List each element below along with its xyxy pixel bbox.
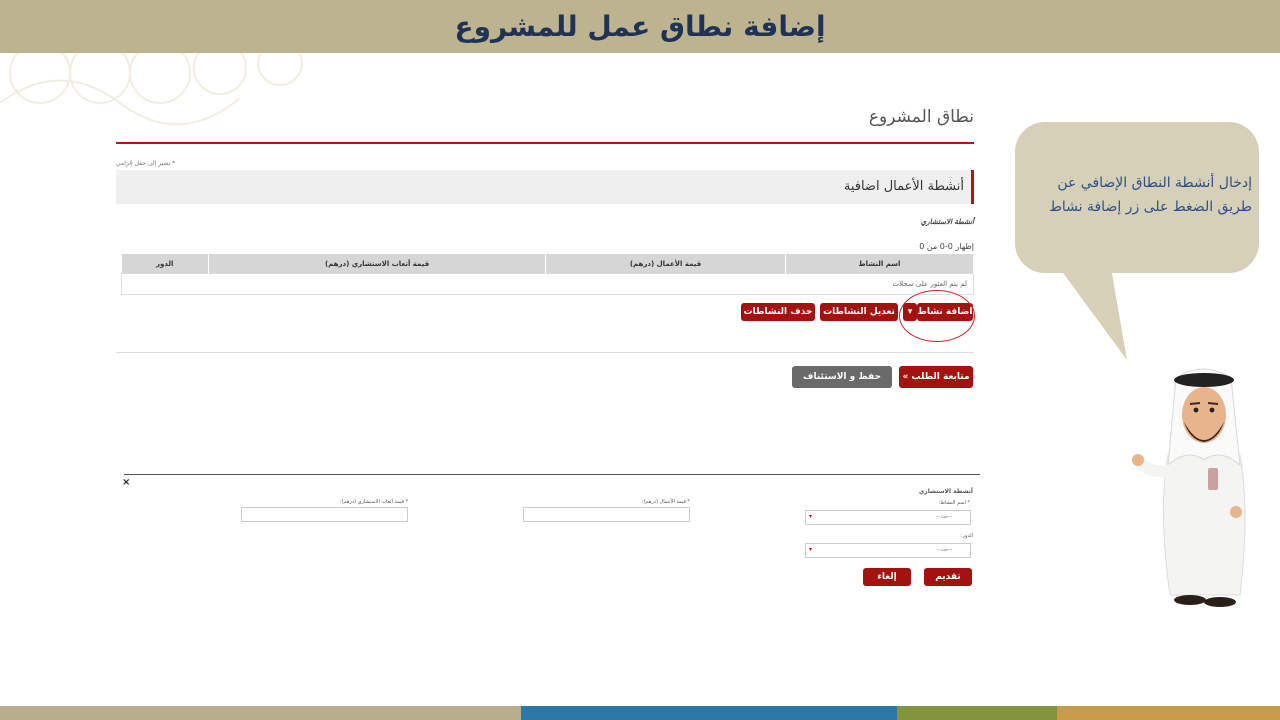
activity-name-label: * اسم النشاط: bbox=[938, 500, 970, 506]
column-fee-value[interactable]: قيمة أتعاب الاستشاري (درهم) bbox=[208, 254, 547, 274]
activities-table: اسم النشاط قيمة الأعمال (درهم) قيمة أتعا… bbox=[121, 254, 975, 295]
subsection-accent bbox=[971, 170, 974, 204]
modal-border bbox=[124, 474, 980, 475]
divider bbox=[116, 352, 974, 353]
delete-activities-button[interactable]: حذف النشاطات bbox=[741, 303, 815, 321]
chevron-down-icon: ▾ bbox=[809, 513, 813, 520]
table-header-row: اسم النشاط قيمة الأعمال (درهم) قيمة أتعا… bbox=[121, 254, 975, 274]
callout-text: إدخال أنشطة النطاق الإضافي عن طريق الضغط… bbox=[1048, 175, 1252, 215]
empty-message: لم يتم العثور على سجلات bbox=[121, 273, 974, 295]
fee-value-label: * قيمة أتعاب الاستشاري (درهم): bbox=[339, 499, 408, 505]
submit-button[interactable]: تقديم bbox=[924, 568, 972, 586]
slide-title: إضافة نطاق عمل للمشروع bbox=[454, 10, 826, 43]
select-value: --حدد-- bbox=[936, 514, 952, 520]
role-label: الدور: bbox=[960, 533, 973, 539]
footer-stripe-blue bbox=[521, 706, 897, 720]
work-value-input[interactable] bbox=[523, 507, 690, 522]
chevron-down-icon: ▾ bbox=[809, 546, 813, 553]
cancel-button[interactable]: إلغاء bbox=[863, 568, 911, 586]
speech-bubble bbox=[1015, 122, 1259, 360]
footer-stripe-beige bbox=[0, 706, 521, 720]
decorative-pattern bbox=[0, 53, 303, 126]
guide-character-illustration bbox=[1132, 368, 1246, 607]
records-count: إظهار 0-0 من 0 bbox=[919, 242, 974, 251]
continue-request-button[interactable]: متابعة الطلب » bbox=[899, 366, 973, 388]
required-note: * تشير إلى حقل إلزامي bbox=[116, 160, 176, 167]
work-value-label: * قيمة الأعمال (درهم): bbox=[641, 499, 690, 505]
save-resume-later-button[interactable]: حفظ و الاستئناف لاحقا bbox=[792, 366, 892, 404]
footer-stripe-green bbox=[897, 706, 1057, 720]
edit-activities-button[interactable]: تعديل النشاطات bbox=[820, 303, 898, 321]
close-icon[interactable]: × bbox=[122, 477, 130, 488]
table-row: لم يتم العثور على سجلات bbox=[121, 273, 974, 295]
select-value: --حدد-- bbox=[936, 547, 952, 553]
column-role[interactable]: الدور bbox=[121, 254, 209, 274]
highlight-circle bbox=[899, 290, 975, 342]
column-activity-name[interactable]: اسم النشاط bbox=[785, 254, 975, 274]
column-work-value[interactable]: قيمة الأعمال (درهم) bbox=[545, 254, 786, 274]
section-title: نطاق المشروع bbox=[868, 107, 974, 127]
fee-value-input[interactable] bbox=[241, 507, 408, 522]
consultant-activities-label: أنشطة الاستشاري bbox=[920, 218, 974, 226]
role-select[interactable]: --حدد-- ▾ bbox=[805, 543, 971, 558]
section-rule bbox=[116, 142, 974, 144]
footer-stripe-gold bbox=[1057, 706, 1280, 720]
modal-title: أنشطة الاستشاري bbox=[918, 488, 973, 495]
activity-name-select[interactable]: --حدد-- ▾ bbox=[805, 510, 971, 525]
subsection-title: أنشطة الأعمال اضافية bbox=[843, 179, 964, 194]
